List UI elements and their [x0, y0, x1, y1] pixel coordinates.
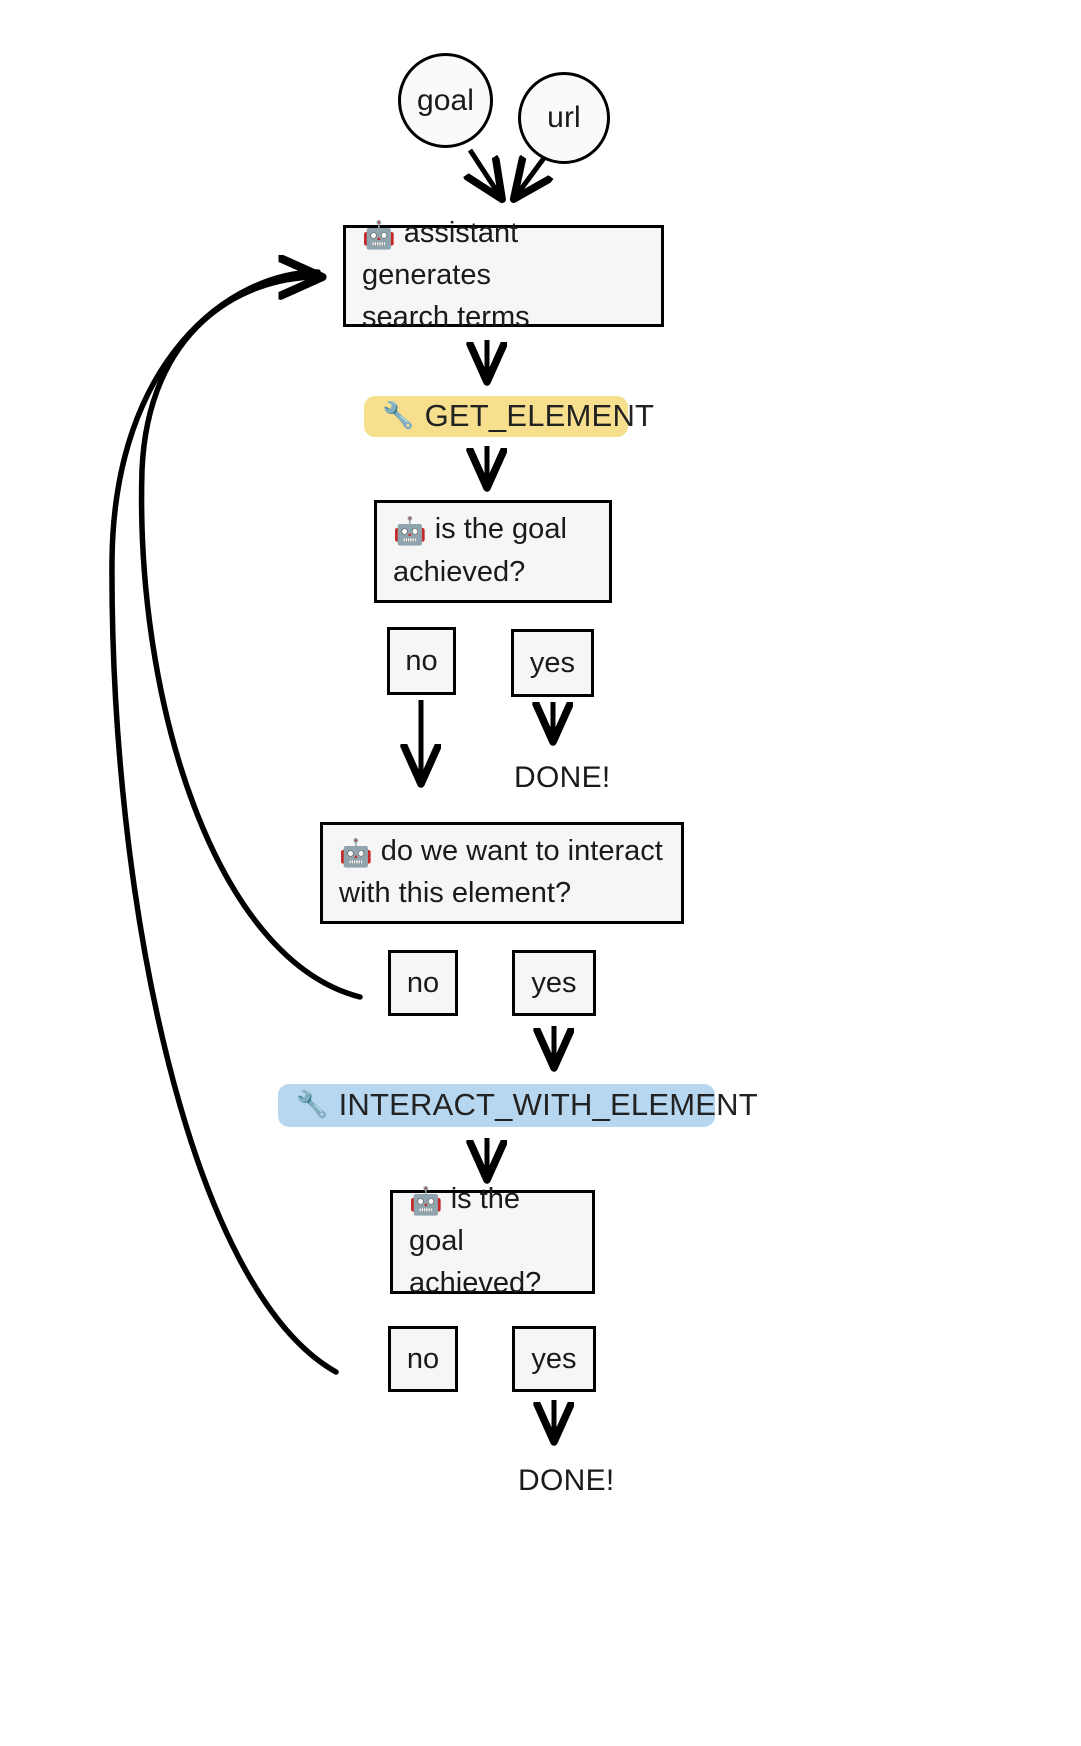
branch-goal-achieved-2-yes-label: yes [531, 1342, 577, 1375]
branch-goal-achieved-1-no[interactable]: no [387, 627, 456, 695]
decision-goal-achieved-2[interactable]: 🤖 is the goal achieved? [390, 1183, 595, 1299]
arrow-goalcheck2-no-loopback [109, 269, 339, 1375]
branch-goal-achieved-1-no-label: no [405, 644, 438, 677]
decision-goal-achieved-1[interactable]: 🤖 is the goal achieved? [374, 500, 612, 603]
branch-goal-achieved-1-yes-label: yes [529, 646, 576, 679]
decision-interact-line2: with this element? [339, 877, 572, 909]
branch-interact-no[interactable]: no [388, 950, 458, 1016]
input-node-goal-label: goal [416, 83, 475, 117]
tool-node-get-element[interactable]: 🔧 GET_ELEMENT [364, 396, 654, 437]
tool-node-interact-with-element[interactable]: 🔧 INTERACT_WITH_ELEMENT [278, 1084, 758, 1127]
tool-node-interact-with-element-label: INTERACT_WITH_ELEMENT [338, 1086, 758, 1122]
robot-icon: 🤖 [339, 837, 373, 868]
input-node-goal[interactable]: goal [398, 53, 493, 148]
decision-goal-achieved-2-line2: achieved? [409, 1267, 542, 1300]
step-assistant-line2: search terms [362, 301, 530, 334]
branch-goal-achieved-2-yes[interactable]: yes [512, 1326, 596, 1392]
branch-interact-no-label: no [406, 966, 440, 999]
step-assistant-generates-search-terms[interactable]: 🤖 assistant generates search terms [343, 217, 664, 333]
robot-icon: 🤖 [393, 516, 427, 547]
decision-goal-achieved-1-line2: achieved? [393, 555, 526, 588]
branch-goal-achieved-2-no[interactable]: no [388, 1326, 458, 1392]
robot-icon: 🤖 [409, 1185, 443, 1216]
branch-goal-achieved-1-yes[interactable]: yes [511, 629, 594, 697]
arrow-url-to-assistant [516, 158, 544, 196]
flowchart-canvas: goal url 🤖 assistant generates search te… [0, 0, 1081, 1746]
decision-interact-line1: do we want to interact [380, 834, 663, 867]
input-node-url-label: url [547, 101, 581, 134]
branch-interact-yes[interactable]: yes [512, 950, 596, 1016]
branch-goal-achieved-2-no-label: no [406, 1342, 440, 1375]
branch-interact-yes-label: yes [531, 966, 577, 999]
terminal-done-2: DONE! [518, 1464, 615, 1498]
arrow-goal-to-assistant [470, 148, 500, 196]
tool-node-get-element-label: GET_ELEMENT [424, 397, 655, 433]
input-node-url[interactable]: url [518, 72, 610, 164]
terminal-done-2-label: DONE! [518, 1464, 615, 1497]
terminal-done-1: DONE! [514, 761, 611, 795]
decision-goal-achieved-1-line1: is the goal [434, 513, 567, 546]
decision-interact-with-element[interactable]: 🤖 do we want to interact with this eleme… [320, 822, 684, 924]
wrench-icon: 🔧 [296, 1089, 329, 1119]
robot-icon: 🤖 [362, 219, 396, 250]
terminal-done-1-label: DONE! [514, 761, 611, 794]
wrench-icon: 🔧 [382, 400, 415, 430]
